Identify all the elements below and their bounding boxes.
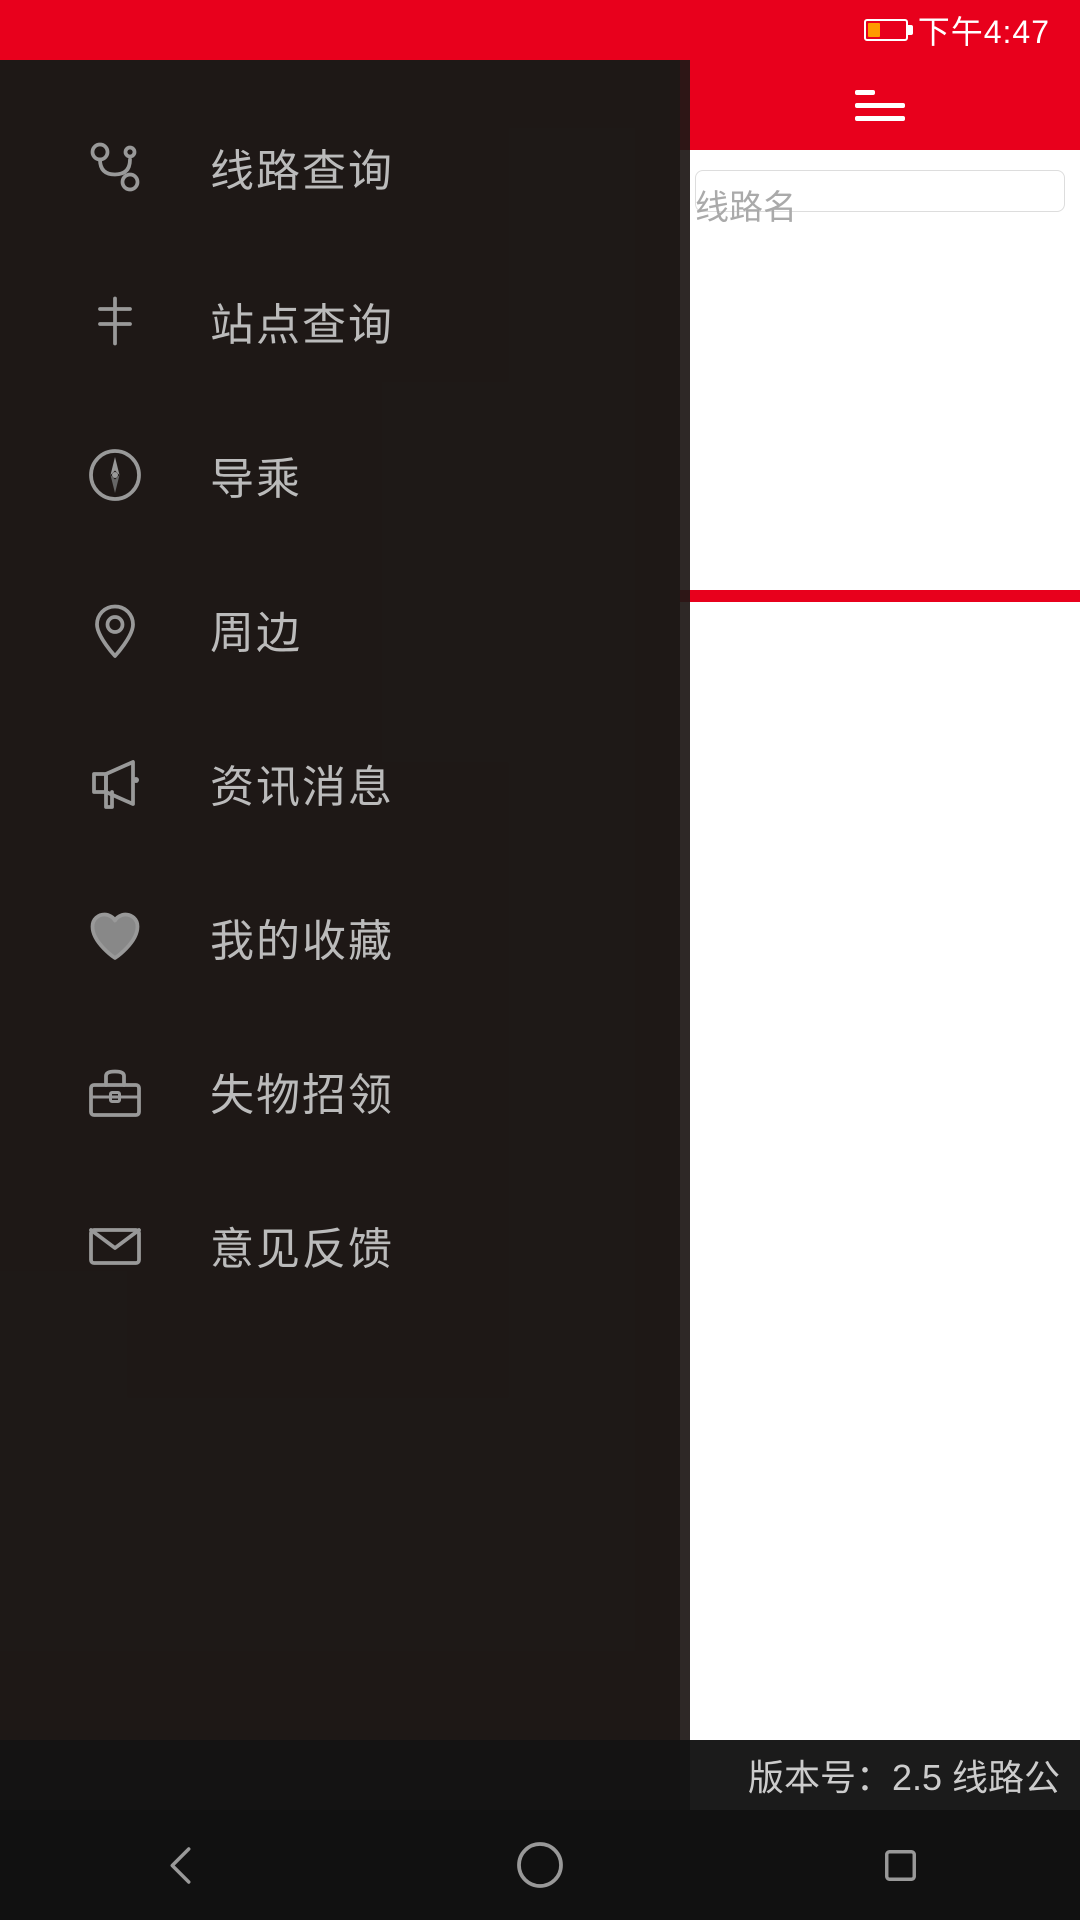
version-bar: 版本号：2.5 线路公 <box>0 1740 1080 1810</box>
hamburger-line-3 <box>855 116 905 121</box>
home-button[interactable] <box>500 1825 580 1905</box>
sidebar-item-favorites[interactable]: 我的收藏 <box>0 860 690 1014</box>
battery-icon <box>864 19 908 41</box>
favorites-label: 我的收藏 <box>210 905 394 969</box>
mail-icon <box>80 1210 150 1280</box>
sidebar-item-lost-found[interactable]: 失物招领 <box>0 1014 690 1168</box>
route-icon <box>80 132 150 202</box>
heart-icon <box>80 902 150 972</box>
battery-level <box>868 23 880 37</box>
nav-bar <box>0 1810 1080 1920</box>
back-button[interactable] <box>140 1825 220 1905</box>
lost-found-label: 失物招领 <box>210 1059 394 1123</box>
stop-query-label: 站点查询 <box>210 289 394 353</box>
version-text: 版本号：2.5 线路公 <box>748 1749 1060 1801</box>
compass-icon <box>80 440 150 510</box>
navigation-label: 导乘 <box>210 443 302 507</box>
sidebar-item-route-query[interactable]: 线路查询 <box>0 90 690 244</box>
sidebar-item-feedback[interactable]: 意见反馈 <box>0 1168 690 1322</box>
menu-button[interactable] <box>855 90 905 121</box>
news-label: 资讯消息 <box>210 751 394 815</box>
sidebar-item-news[interactable]: 资讯消息 <box>0 706 690 860</box>
sidebar-item-navigation[interactable]: 导乘 <box>0 398 690 552</box>
stop-icon <box>80 286 150 356</box>
route-query-label: 线路查询 <box>210 135 394 199</box>
red-divider <box>680 590 1080 602</box>
hamburger-line-2 <box>855 103 905 108</box>
search-input[interactable]: 线路名 <box>695 170 1065 212</box>
feedback-label: 意见反馈 <box>210 1213 394 1277</box>
toolbox-icon <box>80 1056 150 1126</box>
recent-button[interactable] <box>860 1825 940 1905</box>
status-time: 下午4:47 <box>918 7 1050 53</box>
location-icon <box>80 594 150 664</box>
sidebar-item-stop-query[interactable]: 站点查询 <box>0 244 690 398</box>
app-header <box>680 60 1080 150</box>
news-icon <box>80 748 150 818</box>
sidebar-item-nearby[interactable]: 周边 <box>0 552 690 706</box>
status-bar: 下午4:47 <box>0 0 1080 60</box>
main-content: 线路名 <box>680 150 1080 1860</box>
search-placeholder: 线路名 <box>695 180 797 229</box>
drawer-menu: 线路查询 站点查询 导乘 <box>0 60 690 1920</box>
hamburger-line-1 <box>855 90 875 95</box>
nearby-label: 周边 <box>210 597 302 661</box>
